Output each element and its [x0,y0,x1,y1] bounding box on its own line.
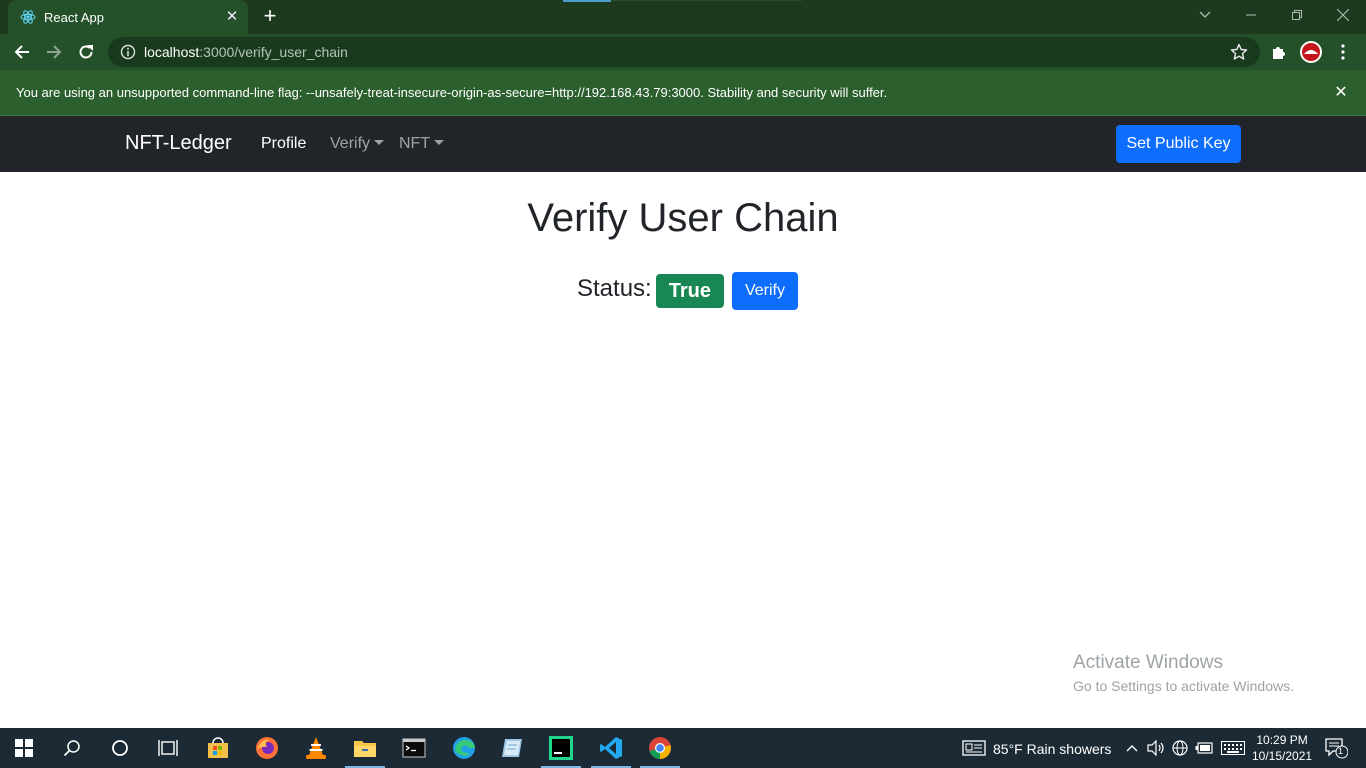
watermark-title: Activate Windows [1073,652,1223,673]
close-window-icon[interactable] [1320,0,1366,30]
tab-title: React App [44,9,104,25]
profile-avatar[interactable] [1300,41,1322,63]
react-logo-icon [20,9,36,25]
browser-tab-strip: React App ✕ + [0,0,1366,34]
verify-button[interactable]: Verify [731,272,798,310]
microsoft-store-icon[interactable] [194,728,242,768]
status-label: Status: [577,275,652,302]
notepad-icon[interactable] [488,728,536,768]
bookmark-star-icon[interactable] [1230,43,1248,61]
search-icon[interactable] [48,728,96,768]
nav-dropdown-verify[interactable]: Verify [330,135,385,153]
url-text: localhost:3000/verify_user_chain [144,44,348,60]
close-infobar-icon[interactable]: ✕ [1332,84,1350,102]
watermark-subtitle: Go to Settings to activate Windows. [1073,678,1294,694]
activate-windows-watermark: Activate Windows Go to Settings to activ… [1073,652,1294,694]
extensions-puzzle-icon[interactable] [1268,41,1290,63]
tab-search-icon[interactable] [1182,0,1228,30]
show-hidden-icons-icon[interactable] [1121,728,1143,768]
minimize-icon[interactable] [1228,0,1274,30]
firefox-icon[interactable] [243,728,291,768]
site-info-icon[interactable] [120,44,136,60]
windows-taskbar: 85°F Rain showers 10:29 PM 10/15/2021 1 [0,728,1366,768]
pycharm-icon[interactable] [537,728,585,768]
caret-down-icon [434,140,445,145]
volume-icon[interactable] [1145,728,1167,768]
terminal-icon[interactable] [390,728,438,768]
windows-start-icon[interactable] [0,728,48,768]
edge-icon[interactable] [440,728,488,768]
url-host: localhost [144,44,200,60]
battery-icon[interactable] [1193,728,1215,768]
set-public-key-button[interactable]: Set Public Key [1116,125,1241,163]
infobar-message: You are using an unsupported command-lin… [16,85,888,100]
notification-count: 1 [1338,746,1344,756]
status-row: Status: True Verify [577,272,798,310]
vscode-icon[interactable] [587,728,635,768]
nav-dropdown-nft-label: NFT [399,135,431,152]
reload-icon[interactable] [74,40,98,64]
app-navbar: NFT-Ledger Profile Verify NFT Set Public… [0,116,1366,172]
tab-strip-accent [563,0,611,2]
forward-arrow-icon[interactable] [42,40,66,64]
notifications-icon[interactable]: 1 [1318,728,1354,768]
nav-dropdown-verify-label: Verify [330,135,371,152]
status-badge: True [655,274,724,308]
network-globe-icon[interactable] [1169,728,1191,768]
keyboard-icon[interactable] [1219,728,1247,768]
nav-link-profile[interactable]: Profile [261,135,306,153]
weather-text[interactable]: 85°F Rain showers [993,741,1111,757]
url-path: :3000/verify_user_chain [199,44,348,60]
back-arrow-icon[interactable] [10,40,34,64]
navbar-brand[interactable]: NFT-Ledger [125,132,232,155]
browser-tab[interactable]: React App ✕ [8,0,248,34]
task-view-icon[interactable] [144,728,192,768]
caret-down-icon [374,140,385,145]
more-menu-icon[interactable] [1332,41,1354,63]
tab-strip-divider [612,0,802,1]
page-title: Verify User Chain [527,196,839,240]
system-clock[interactable]: 10:29 PM 10/15/2021 [1252,732,1312,764]
chrome-icon[interactable] [636,728,684,768]
clock-time: 10:29 PM [1256,733,1308,747]
weather-news-icon[interactable] [950,728,998,768]
file-explorer-icon[interactable] [341,728,389,768]
vlc-icon[interactable] [292,728,340,768]
new-tab-button[interactable]: + [258,5,282,29]
cortana-icon[interactable] [96,728,144,768]
restore-icon[interactable] [1274,0,1320,30]
nav-dropdown-nft[interactable]: NFT [399,135,445,153]
browser-toolbar: localhost:3000/verify_user_chain [0,34,1366,70]
address-bar[interactable]: localhost:3000/verify_user_chain [108,37,1260,67]
unsupported-flag-infobar: You are using an unsupported command-lin… [0,70,1366,116]
close-tab-icon[interactable]: ✕ [224,9,240,25]
clock-date: 10/15/2021 [1252,749,1313,763]
